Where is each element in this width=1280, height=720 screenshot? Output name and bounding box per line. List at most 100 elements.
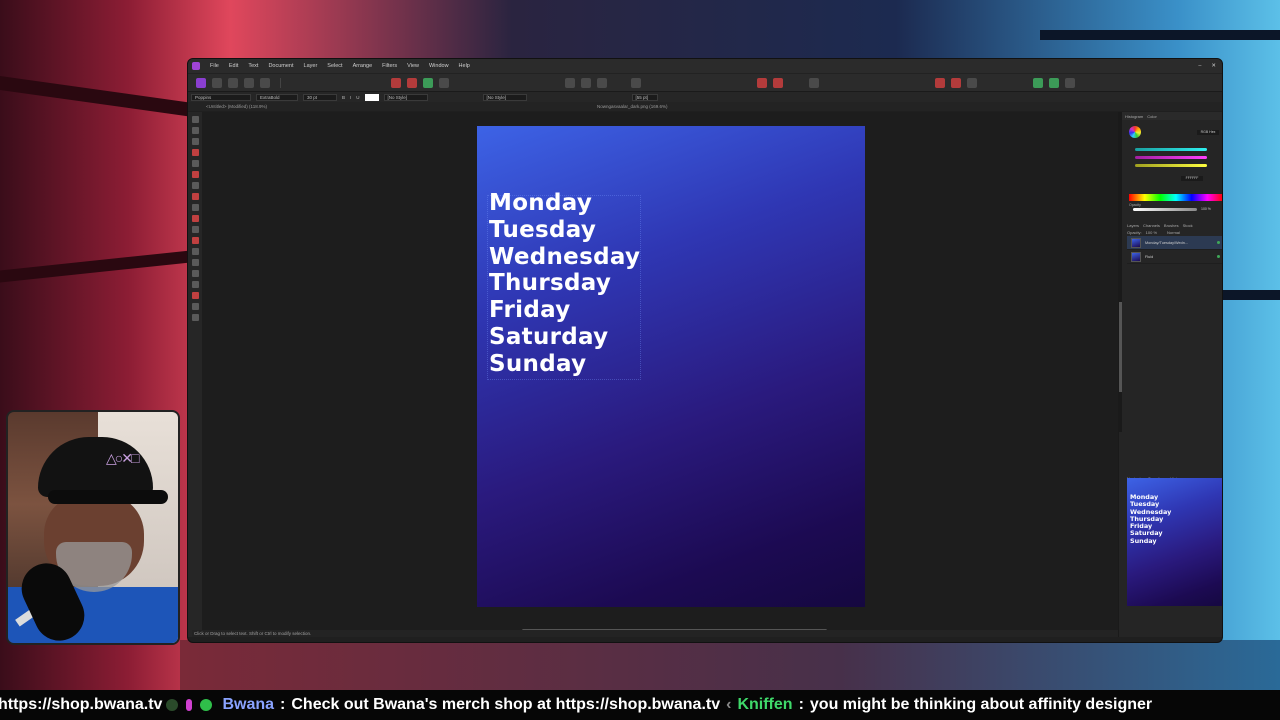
chat-username: Kniffen (737, 696, 793, 713)
layer-row[interactable]: Monday/Tuesday/Wedn... (1127, 236, 1222, 250)
rotate-icon[interactable] (773, 77, 783, 88)
opacity-value[interactable]: 100 % (1201, 207, 1211, 211)
align-icon[interactable] (565, 77, 575, 88)
move-tool-icon[interactable] (191, 116, 199, 123)
boolean-icon[interactable] (935, 77, 945, 88)
menu-filters[interactable]: Filters (382, 63, 397, 69)
shape-tool-icon[interactable] (191, 226, 199, 233)
tab-color[interactable]: Color (1147, 114, 1157, 119)
document-page[interactable]: Monday Tuesday Wednesday Thursday Friday… (477, 126, 865, 607)
canvas[interactable]: Monday Tuesday Wednesday Thursday Friday… (202, 112, 1118, 637)
frame-text-tool-icon[interactable] (191, 270, 199, 277)
menu-layer[interactable]: Layer (304, 63, 318, 69)
green-slider[interactable] (1135, 156, 1207, 159)
flip-icon[interactable] (757, 77, 767, 88)
bold-toggle[interactable]: B (342, 95, 345, 100)
menu-view[interactable]: View (407, 63, 419, 69)
snapping-icon[interactable] (439, 77, 449, 88)
menu-arrange[interactable]: Arrange (353, 63, 373, 69)
days-text-frame[interactable]: Monday Tuesday Wednesday Thursday Friday… (489, 190, 640, 378)
gradient-tool-icon[interactable] (191, 193, 199, 200)
snap-icon[interactable] (1033, 77, 1043, 88)
tab-png[interactable]: Nowngasvaalar_dark.png (169.6%) (597, 104, 668, 109)
color-swatch-icon[interactable] (1129, 126, 1141, 138)
view-tool-icon[interactable] (191, 314, 199, 321)
red-slider[interactable] (1135, 148, 1207, 151)
color-icon[interactable] (423, 77, 433, 88)
para-style-select[interactable]: [No Style] (482, 93, 527, 101)
app-logo-icon (192, 62, 200, 70)
menu-text[interactable]: Text (248, 63, 258, 69)
color-icon[interactable] (407, 77, 417, 88)
blue-slider[interactable] (1135, 164, 1207, 167)
boolean-icon[interactable] (967, 77, 977, 88)
font-style-select[interactable]: ExtraBold (256, 93, 298, 101)
tab-brushes[interactable]: Brushes (1164, 223, 1179, 228)
tab-channels[interactable]: Channels (1143, 223, 1160, 228)
menu-document[interactable]: Document (268, 63, 293, 69)
opacity-slider[interactable] (1133, 208, 1197, 211)
persona-pixel-icon[interactable] (212, 77, 222, 88)
color-spectrum[interactable] (1129, 194, 1222, 201)
char-style-select[interactable]: [No Style] (383, 93, 428, 101)
font-family-select[interactable]: Poppins (191, 93, 251, 101)
layer-row[interactable]: Fluid (1127, 250, 1222, 264)
underline-toggle[interactable]: U (356, 95, 359, 100)
navigator-preview[interactable]: Monday Tuesday Wednesday Thursday Friday… (1127, 478, 1222, 606)
layer-opacity-field[interactable]: 100 % (1146, 230, 1157, 235)
assistant-icon[interactable] (809, 77, 819, 88)
font-size-field[interactable]: 30 pt (303, 93, 337, 101)
boolean-icon[interactable] (951, 77, 961, 88)
pen-tool-icon[interactable] (191, 149, 199, 156)
visibility-icon[interactable] (1217, 241, 1220, 244)
table-tool-icon[interactable] (191, 281, 199, 288)
eraser-tool-icon[interactable] (191, 215, 199, 222)
menu-edit[interactable]: Edit (229, 63, 238, 69)
close-icon[interactable]: ✕ (1211, 63, 1216, 69)
day-saturday: Saturday (489, 323, 609, 350)
badge-icon (166, 699, 179, 711)
italic-toggle[interactable]: I (350, 95, 351, 100)
persona-icon[interactable] (260, 77, 270, 88)
settings-icon[interactable] (1065, 77, 1075, 88)
snap-icon[interactable] (1049, 77, 1059, 88)
brush-tool-icon[interactable] (191, 171, 199, 178)
scroll-thumb[interactable] (1119, 302, 1122, 392)
transparency-tool-icon[interactable] (191, 204, 199, 211)
tab-histogram[interactable]: Histogram (1125, 114, 1143, 119)
menu-help[interactable]: Help (459, 63, 470, 69)
color-mode-select[interactable]: RGB Hex (1197, 130, 1219, 135)
node-tool-icon[interactable] (191, 127, 199, 134)
hex-field[interactable]: FFFFFF (1181, 176, 1203, 181)
arrange-icon[interactable] (631, 77, 641, 88)
tracking-field[interactable]: [55 pt] (631, 93, 658, 101)
menu-file[interactable]: File (210, 63, 219, 69)
tab-layers[interactable]: Layers (1127, 223, 1139, 228)
layers-tabs: Layers Channels Brushes Stock (1127, 222, 1222, 229)
color-picker-icon[interactable] (191, 292, 199, 299)
day-wednesday: Wednesday (489, 243, 641, 270)
artistic-text-tool-icon[interactable] (191, 259, 199, 266)
visibility-icon[interactable] (1217, 255, 1220, 258)
chat-ticker: https://shop.bwana.tv Bwana : Check out … (0, 690, 1280, 720)
align-icon[interactable] (597, 77, 607, 88)
zoom-tool-icon[interactable] (191, 303, 199, 310)
rectangle-tool-icon[interactable] (191, 237, 199, 244)
align-icon[interactable] (581, 77, 591, 88)
persona-icon[interactable] (244, 77, 254, 88)
ellipse-tool-icon[interactable] (191, 248, 199, 255)
pencil-tool-icon[interactable] (191, 160, 199, 167)
menu-window[interactable]: Window (429, 63, 449, 69)
menu-select[interactable]: Select (327, 63, 342, 69)
persona-export-icon[interactable] (228, 77, 238, 88)
tab-stock[interactable]: Stock (1183, 223, 1193, 228)
vertical-scrollbar[interactable] (1119, 112, 1122, 432)
text-color-swatch[interactable] (364, 93, 379, 101)
persona-designer-icon[interactable] (196, 77, 206, 88)
crop-tool-icon[interactable] (191, 138, 199, 145)
tab-untitled[interactable]: <Untitled> (Modified) (118.9%) (206, 104, 267, 109)
fill-tool-icon[interactable] (191, 182, 199, 189)
pencil-tool-icon[interactable] (391, 77, 401, 88)
minimize-icon[interactable]: – (1198, 63, 1201, 69)
blend-mode-select[interactable]: Normal (1167, 230, 1180, 235)
